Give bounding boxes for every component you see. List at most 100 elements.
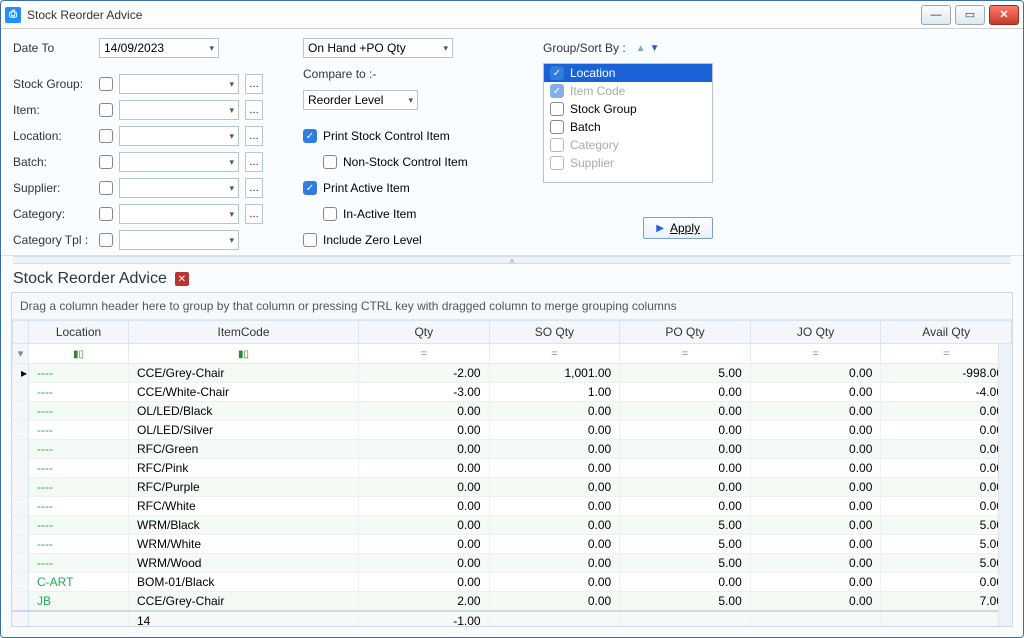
- category-tpl-label: Category Tpl :: [13, 233, 93, 247]
- category-check[interactable]: [99, 207, 113, 221]
- stock-group-check[interactable]: [99, 77, 113, 91]
- maximize-button[interactable]: ▭: [955, 5, 985, 25]
- location-label: Location:: [13, 129, 93, 143]
- category-label: Category:: [13, 207, 93, 221]
- print-active-label: Print Active Item: [323, 181, 410, 195]
- table-row[interactable]: ----RFC/Pink0.000.000.000.000.00: [13, 459, 1012, 478]
- column-filter[interactable]: ▮▯: [129, 344, 359, 364]
- play-icon: ▶: [656, 223, 664, 234]
- column-header[interactable]: ItemCode: [129, 321, 359, 344]
- category-combo[interactable]: ▾: [119, 204, 239, 224]
- batch-more[interactable]: …: [245, 152, 263, 172]
- filter-left-col: Date To 14/09/2023 ▾ Stock Group: ▾ … It…: [13, 37, 263, 251]
- groupsort-item: ✓ Item Code: [544, 82, 712, 100]
- checkbox-icon[interactable]: ✓: [550, 66, 564, 80]
- batch-check[interactable]: [99, 155, 113, 169]
- compare-to-combo[interactable]: Reorder Level▾: [303, 90, 418, 110]
- checkbox-icon[interactable]: [550, 156, 564, 170]
- table-row[interactable]: JBCCE/Grey-Chair2.000.005.000.007.00: [13, 592, 1012, 612]
- table-row[interactable]: ----RFC/Green0.000.000.000.000.00: [13, 440, 1012, 459]
- inactive-check[interactable]: [323, 207, 337, 221]
- column-header[interactable]: Qty: [359, 321, 490, 344]
- stock-group-more[interactable]: …: [245, 74, 263, 94]
- footer-qty: -1.00: [359, 611, 490, 626]
- location-more[interactable]: …: [245, 126, 263, 146]
- date-to-label: Date To: [13, 41, 93, 55]
- column-header[interactable]: Location: [29, 321, 129, 344]
- column-header[interactable]: Avail Qty: [881, 321, 1012, 344]
- table-row[interactable]: ▸----CCE/Grey-Chair-2.001,001.005.000.00…: [13, 364, 1012, 383]
- column-filter[interactable]: =: [620, 344, 751, 364]
- location-combo[interactable]: ▾: [119, 126, 239, 146]
- footer-count: 14: [129, 611, 359, 626]
- window-title: Stock Reorder Advice: [27, 8, 921, 22]
- category-tpl-check[interactable]: [99, 233, 113, 247]
- column-header[interactable]: JO Qty: [750, 321, 881, 344]
- table-row[interactable]: ----WRM/Wood0.000.005.000.005.00: [13, 554, 1012, 573]
- groupsort-item[interactable]: Batch: [544, 118, 712, 136]
- table-row[interactable]: ----WRM/Black0.000.005.000.005.00: [13, 516, 1012, 535]
- column-filter[interactable]: ▮▯: [29, 344, 129, 364]
- item-combo[interactable]: ▾: [119, 100, 239, 120]
- stock-group-combo[interactable]: ▾: [119, 74, 239, 94]
- column-filter[interactable]: =: [489, 344, 620, 364]
- qty-mode-combo[interactable]: On Hand +PO Qty▾: [303, 38, 453, 58]
- column-header[interactable]: SO Qty: [489, 321, 620, 344]
- grid-close-icon[interactable]: ✕: [175, 272, 189, 286]
- category-more[interactable]: …: [245, 204, 263, 224]
- table-row[interactable]: ----CCE/White-Chair-3.001.000.000.00-4.0…: [13, 383, 1012, 402]
- grid-title: Stock Reorder Advice: [13, 270, 167, 288]
- groupsort-list[interactable]: ✓ Location ✓ Item Code Stock Group Batch Categ…: [543, 63, 713, 183]
- column-filter[interactable]: =: [881, 344, 1012, 364]
- group-hint[interactable]: Drag a column header here to group by th…: [12, 293, 1012, 320]
- grid-title-row: Stock Reorder Advice ✕: [1, 264, 1023, 292]
- sort-up-icon[interactable]: ▲: [636, 43, 646, 54]
- minimize-button[interactable]: —: [921, 5, 951, 25]
- batch-label: Batch:: [13, 155, 93, 169]
- sort-down-icon[interactable]: ▼: [650, 43, 660, 54]
- chevron-down-icon: ▾: [209, 43, 214, 54]
- print-stock-check[interactable]: ✓: [303, 129, 317, 143]
- item-more[interactable]: …: [245, 100, 263, 120]
- category-tpl-combo[interactable]: ▾: [119, 230, 239, 250]
- batch-combo[interactable]: ▾: [119, 152, 239, 172]
- table-row[interactable]: ----RFC/White0.000.000.000.000.00: [13, 497, 1012, 516]
- column-header[interactable]: PO Qty: [620, 321, 751, 344]
- app-icon: ⎙: [5, 7, 21, 23]
- vertical-scrollbar[interactable]: [998, 344, 1012, 626]
- checkbox-icon[interactable]: [550, 102, 564, 116]
- location-check[interactable]: [99, 129, 113, 143]
- table-row[interactable]: ----OL/LED/Silver0.000.000.000.000.00: [13, 421, 1012, 440]
- supplier-more[interactable]: …: [245, 178, 263, 198]
- groupsort-item: Supplier: [544, 154, 712, 172]
- table-row[interactable]: ----OL/LED/Black0.000.000.000.000.00: [13, 402, 1012, 421]
- checkbox-icon[interactable]: [550, 120, 564, 134]
- checkbox-icon[interactable]: ✓: [550, 84, 564, 98]
- print-active-check[interactable]: ✓: [303, 181, 317, 195]
- apply-button[interactable]: ▶ Apply: [643, 217, 713, 239]
- supplier-check[interactable]: [99, 181, 113, 195]
- splitter[interactable]: ˄: [13, 256, 1011, 264]
- groupsort-item-label: Location: [570, 66, 615, 80]
- filter-panel: Date To 14/09/2023 ▾ Stock Group: ▾ … It…: [1, 29, 1023, 256]
- groupsort-item-label: Category: [570, 138, 619, 152]
- checkbox-icon[interactable]: [550, 138, 564, 152]
- table-row[interactable]: C-ARTBOM-01/Black0.000.000.000.000.00: [13, 573, 1012, 592]
- groupsort-item-label: Batch: [570, 120, 601, 134]
- groupsort-item: Category: [544, 136, 712, 154]
- column-filter[interactable]: =: [359, 344, 490, 364]
- groupsort-item[interactable]: Stock Group: [544, 100, 712, 118]
- non-stock-check[interactable]: [323, 155, 337, 169]
- groupsort-item[interactable]: ✓ Location: [544, 64, 712, 82]
- non-stock-label: Non-Stock Control Item: [343, 155, 468, 169]
- column-filter[interactable]: =: [750, 344, 881, 364]
- item-check[interactable]: [99, 103, 113, 117]
- close-button[interactable]: ✕: [989, 5, 1019, 25]
- supplier-combo[interactable]: ▾: [119, 178, 239, 198]
- table-row[interactable]: ----WRM/White0.000.005.000.005.00: [13, 535, 1012, 554]
- date-to-input[interactable]: 14/09/2023 ▾: [99, 38, 219, 58]
- table-row[interactable]: ----RFC/Purple0.000.000.000.000.00: [13, 478, 1012, 497]
- include-zero-check[interactable]: [303, 233, 317, 247]
- groupsort-item-label: Item Code: [570, 84, 625, 98]
- data-table: LocationItemCodeQtySO QtyPO QtyJO QtyAva…: [12, 320, 1012, 626]
